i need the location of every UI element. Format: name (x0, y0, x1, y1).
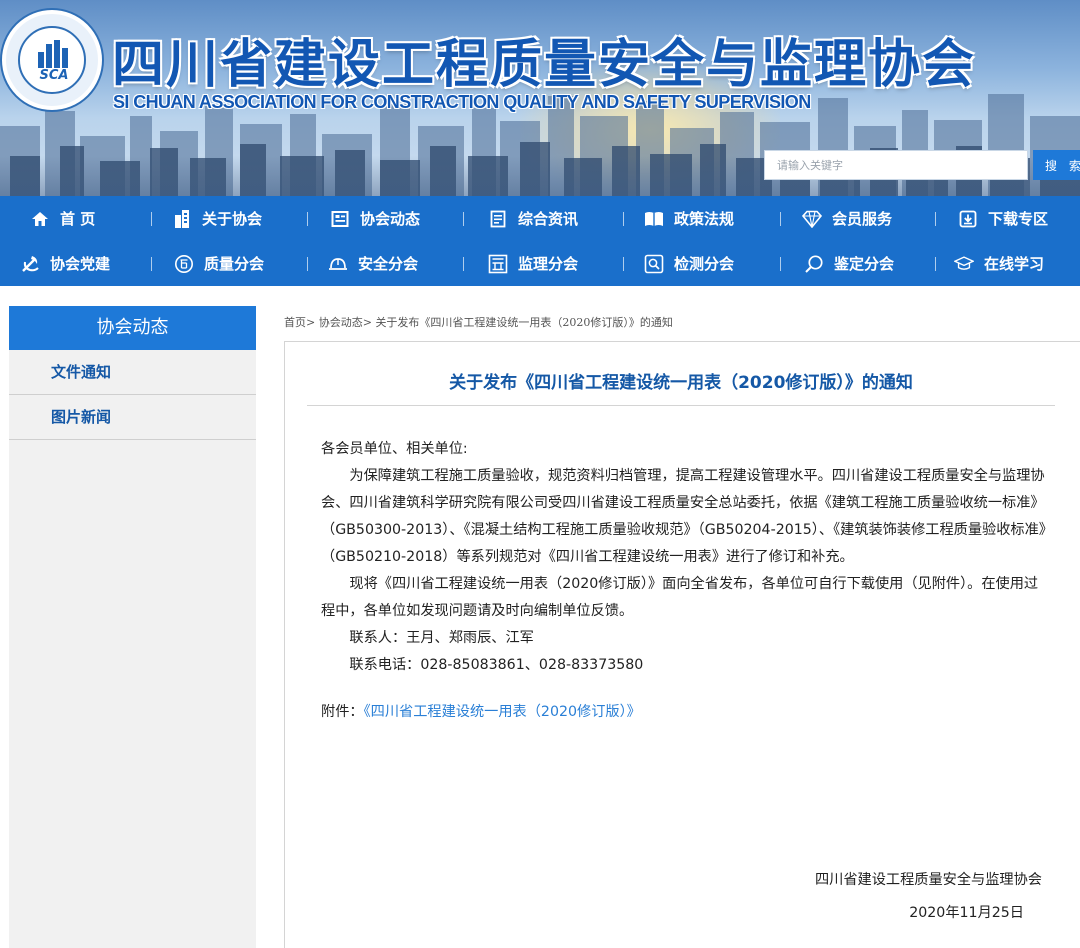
nav-item-about[interactable]: 关于协会 (172, 196, 262, 241)
article-paragraph: 现将《四川省工程建设统一用表（2020修订版）》面向全省发布，各单位可自行下载使… (321, 576, 1039, 619)
home-icon (30, 209, 50, 229)
sidebar-item-photo-news[interactable]: 图片新闻 (9, 395, 256, 440)
sidebar-item-document-notices[interactable]: 文件通知 (9, 350, 256, 395)
signature-date: 2020年11月25日 (909, 905, 1024, 921)
nav-item-quality-branch[interactable]: 质量分会 (174, 241, 264, 286)
contact-people: 联系人：王月、郑雨辰、江军 (349, 630, 534, 646)
download-icon (958, 209, 978, 229)
nav-label: 关于协会 (202, 210, 263, 228)
nav-divider (463, 257, 464, 271)
contact-phone: 联系电话：028-85083861、028-83373580 (349, 657, 644, 673)
nav-label: 会员服务 (832, 210, 893, 228)
nav-label: 协会党建 (50, 255, 111, 273)
nav-label: 综合资讯 (518, 210, 579, 228)
nav-label: 首 页 (60, 210, 96, 228)
article-greeting: 各会员单位、相关单位: (321, 441, 468, 457)
nav-label: 政策法规 (674, 210, 735, 228)
nav-divider (935, 212, 936, 226)
breadcrumb-home[interactable]: 首页 (284, 316, 306, 329)
nav-divider (307, 212, 308, 226)
article-panel: 关于发布《四川省工程建设统一用表（2020修订版）》的通知 各会员单位、相关单位… (284, 341, 1080, 948)
nav-item-supervision-branch[interactable]: 监理分会 (488, 241, 578, 286)
article-title: 关于发布《四川省工程建设统一用表（2020修订版）》的通知 (307, 360, 1055, 406)
sidebar-title: 协会动态 (9, 306, 256, 350)
inspection-icon (644, 254, 664, 274)
attachment-label: 附件： (321, 704, 364, 720)
nav-label: 鉴定分会 (834, 255, 895, 273)
party-emblem-icon (20, 254, 40, 274)
hard-hat-icon (328, 254, 348, 274)
nav-label: 协会动态 (360, 210, 421, 228)
graduation-cap-icon (954, 254, 974, 274)
nav-label: 在线学习 (984, 255, 1045, 273)
nav-item-member-services[interactable]: 会员服务 (802, 196, 892, 241)
association-logo: SCA (2, 10, 102, 110)
nav-divider (780, 257, 781, 271)
document-icon (488, 209, 508, 229)
nav-label: 质量分会 (204, 255, 265, 273)
signature-organization: 四川省建设工程质量安全与监理协会 (814, 872, 1042, 888)
nav-item-home[interactable]: 首 页 (30, 196, 95, 241)
nav-item-testing-branch[interactable]: 检测分会 (644, 241, 734, 286)
search-input[interactable] (764, 150, 1028, 180)
nav-divider (935, 257, 936, 271)
nav-label: 下载专区 (988, 210, 1049, 228)
nav-item-online-learning[interactable]: 在线学习 (954, 241, 1044, 286)
attachment-link[interactable]: 《四川省工程建设统一用表（2020修订版）》 (364, 704, 641, 720)
policy-book-icon (644, 209, 664, 229)
nav-item-download[interactable]: 下载专区 (958, 196, 1048, 241)
breadcrumb-section[interactable]: 协会动态 (319, 316, 363, 329)
header-banner: SCA 四川省建设工程质量安全与监理协会 SI CHUAN ASSOCIATIO… (0, 0, 1080, 196)
nav-item-appraisal-branch[interactable]: 鉴定分会 (804, 241, 894, 286)
breadcrumb: 首页> 协会动态> 关于发布《四川省工程建设统一用表（2020修订版）》的通知 (284, 314, 673, 330)
nav-label: 检测分会 (674, 255, 735, 273)
nav-row-secondary: 协会党建 质量分会 安全分会 监理分会 检测分会 鉴定分会 在线学习 (0, 241, 1080, 286)
news-icon (330, 209, 350, 229)
nav-row-primary: 首 页 关于协会 协会动态 综合资讯 政策法规 会员服务 下载专区 (0, 196, 1080, 241)
attachment-line: 附件：《四川省工程建设统一用表（2020修订版）》 (321, 699, 1051, 726)
building-icon (172, 209, 192, 229)
supervision-icon (488, 254, 508, 274)
nav-divider (463, 212, 464, 226)
search-button[interactable]: 搜 索 (1033, 150, 1080, 180)
nav-item-safety-branch[interactable]: 安全分会 (328, 241, 418, 286)
breadcrumb-separator: > (362, 316, 372, 329)
breadcrumb-separator: > (306, 316, 316, 329)
nav-divider (151, 212, 152, 226)
nav-divider (151, 257, 152, 271)
nav-item-policy[interactable]: 政策法规 (644, 196, 734, 241)
nav-divider (780, 212, 781, 226)
breadcrumb-current: 关于发布《四川省工程建设统一用表（2020修订版）》的通知 (375, 316, 673, 329)
site-subtitle: SI CHUAN ASSOCIATION FOR CONSTRACTION QU… (113, 92, 811, 112)
main-navigation: 首 页 关于协会 协会动态 综合资讯 政策法规 会员服务 下载专区 协会党建 质… (0, 196, 1080, 286)
nav-label: 安全分会 (358, 255, 419, 273)
logo-buildings-icon (38, 40, 68, 68)
nav-divider (307, 257, 308, 271)
quality-seal-icon (174, 254, 194, 274)
nav-item-news[interactable]: 协会动态 (330, 196, 420, 241)
article-paragraph: 为保障建筑工程施工质量验收，规范资料归档管理，提高工程建设管理水平。四川省建设工… (321, 468, 1046, 565)
nav-item-party-building[interactable]: 协会党建 (20, 241, 110, 286)
site-title: 四川省建设工程质量安全与监理协会 (112, 34, 977, 95)
sidebar: 协会动态 文件通知 图片新闻 (9, 306, 256, 948)
logo-text: SCA (39, 68, 69, 83)
nav-divider (623, 212, 624, 226)
magnifier-icon (804, 254, 824, 274)
nav-label: 监理分会 (518, 255, 579, 273)
nav-divider (623, 257, 624, 271)
nav-item-information[interactable]: 综合资讯 (488, 196, 578, 241)
article-body: 各会员单位、相关单位: 为保障建筑工程施工质量验收，规范资料归档管理，提高工程建… (321, 436, 1051, 726)
article-signature: 四川省建设工程质量安全与监理协会 2020年11月25日 (815, 864, 1042, 930)
diamond-icon (802, 209, 822, 229)
